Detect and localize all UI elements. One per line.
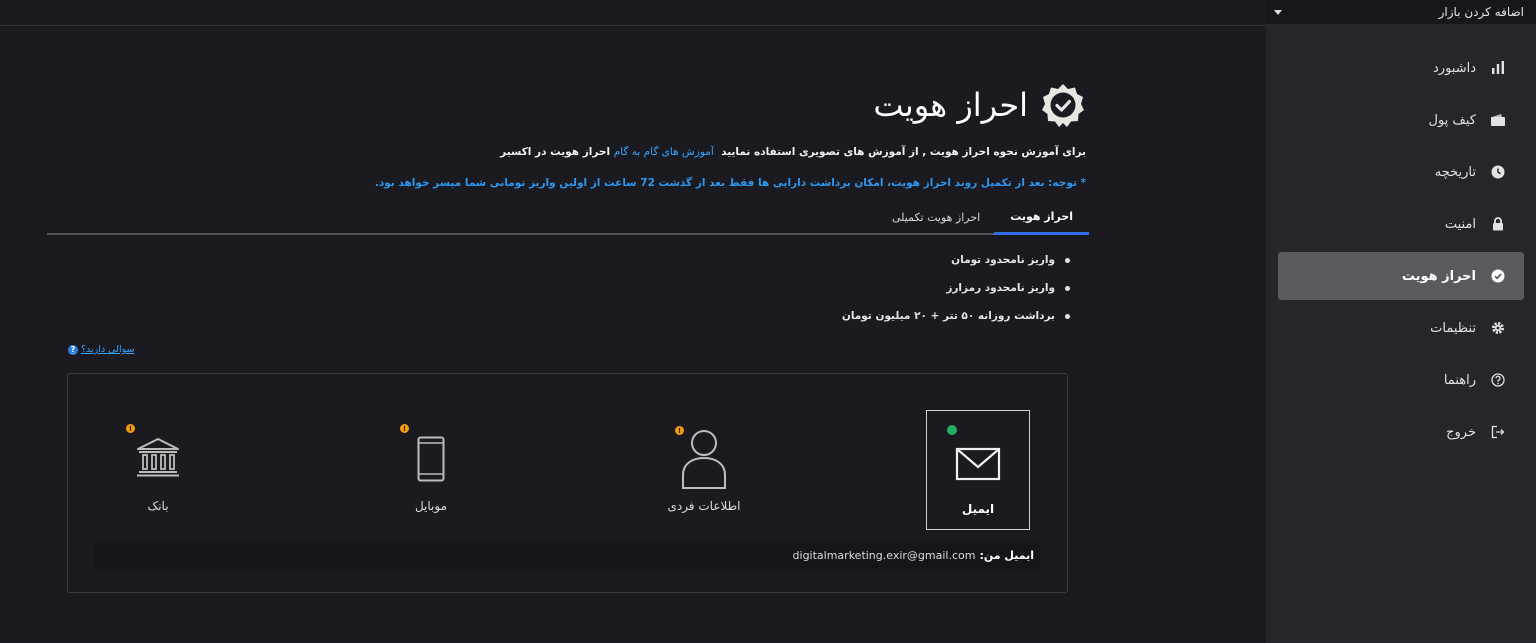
step-mobile[interactable]: ! موبایل (381, 424, 481, 524)
check-badge-icon (1490, 268, 1506, 284)
market-select-label: اضافه کردن بازار (1438, 5, 1524, 19)
main-content: احراز هویت برای آموزش نحوه احراز هویت , … (0, 0, 1266, 643)
clock-icon (1490, 164, 1506, 180)
envelope-icon (955, 447, 1001, 481)
warning-icon: ! (126, 424, 135, 433)
sidebar-item-history[interactable]: تاریخچه (1278, 148, 1524, 196)
mobile-phone-icon (417, 436, 445, 482)
bank-icon (137, 438, 179, 477)
list-item: واریز نامحدود تومان (842, 246, 1070, 274)
step-bank[interactable]: ! بانک (108, 424, 208, 524)
email-key: ایمیل من: (979, 548, 1034, 562)
help-link[interactable]: ? سوالی دارید؟ (68, 344, 134, 355)
sidebar-item-settings[interactable]: تنظیمات (1278, 304, 1524, 352)
bullet-icon (1065, 285, 1070, 291)
bullet-icon (1065, 257, 1070, 263)
sidebar-item-dashboard[interactable]: داشبورد (1278, 44, 1524, 92)
intro-suffix: احراز هویت در اکسیر (500, 146, 611, 158)
sidebar-nav: داشبورد کیف پول تاریخچه امنیت احراز هویت (1278, 44, 1524, 460)
step-label: ایمیل (961, 502, 995, 516)
question-icon: ? (68, 344, 78, 355)
list-item: واریز نامحدود رمزارز (842, 274, 1070, 302)
wallet-icon (1490, 112, 1506, 128)
list-item: برداشت روزانه ۵۰ تتر + ۲۰ میلیون تومان (842, 302, 1070, 330)
success-check-icon (947, 425, 983, 468)
tab-advanced-identity[interactable]: احراز هویت تکمیلی (878, 200, 994, 235)
step-email[interactable]: ایمیل (926, 410, 1030, 530)
sidebar-item-identity[interactable]: احراز هویت (1278, 252, 1524, 300)
sidebar: اضافه کردن بازار داشبورد کیف پول تاریخچه (1266, 0, 1536, 643)
feature-list: واریز نامحدود تومان واریز نامحدود رمزارز… (842, 246, 1070, 330)
warning-icon: ! (400, 424, 409, 433)
market-select[interactable]: اضافه کردن بازار (1266, 0, 1536, 24)
my-email-row: ایمیل من: digitalmarketing.exir@gmail.co… (94, 541, 1040, 569)
intro-text: برای آموزش نحوه احراز هویت , از آموزش ها… (500, 146, 1086, 158)
gear-icon (1490, 320, 1506, 336)
user-icon (682, 430, 726, 489)
sidebar-item-wallet[interactable]: کیف پول (1278, 96, 1524, 144)
intro-prefix: برای آموزش نحوه احراز هویت , از آموزش ها… (721, 146, 1086, 158)
email-value: digitalmarketing.exir@gmail.com (792, 548, 976, 562)
sidebar-item-security[interactable]: امنیت (1278, 200, 1524, 248)
page-header: احراز هویت (873, 82, 1086, 128)
page-title: احراز هویت (873, 86, 1028, 124)
step-label: موبایل (414, 499, 448, 513)
logout-icon (1490, 424, 1506, 440)
top-divider (0, 25, 1266, 26)
step-personal-info[interactable]: ! اطلاعات فردی (654, 424, 754, 524)
verified-badge-icon (1042, 84, 1084, 127)
caret-down-icon (1274, 9, 1282, 15)
sidebar-item-logout[interactable]: خروج (1278, 408, 1524, 456)
sidebar-item-help[interactable]: راهنما (1278, 356, 1524, 404)
question-circle-icon (1490, 372, 1506, 388)
bar-chart-icon (1490, 60, 1506, 76)
step-label: بانک (147, 499, 169, 513)
lock-icon (1490, 216, 1506, 232)
tutorial-link[interactable]: آموزش های گام به گام (614, 146, 714, 158)
notice-text: * توجه: بعد از تکمیل روند احراز هویت، ام… (374, 177, 1086, 189)
tab-bar: احراز هویت احراز هویت تکمیلی (47, 200, 1089, 235)
tab-identity[interactable]: احراز هویت (994, 200, 1089, 235)
bullet-icon (1065, 313, 1070, 319)
step-label: اطلاعات فردی (667, 499, 741, 513)
